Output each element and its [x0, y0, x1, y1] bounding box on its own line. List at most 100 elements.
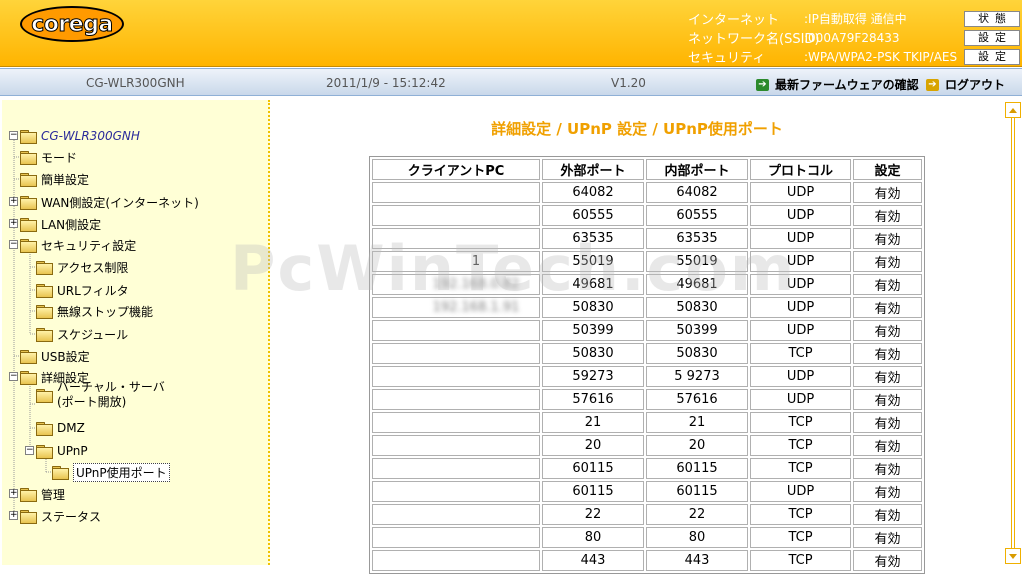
sidebar-item-upnp-ports[interactable]: UPnP使用ポート: [52, 462, 170, 482]
column-header-setting: 設定: [853, 159, 922, 180]
ssid-label: ネットワーク名(SSID): [688, 32, 820, 47]
sidebar-item-label: スケジュール: [57, 327, 129, 342]
folder-icon: [20, 218, 37, 232]
security-row: セキュリティ :WPA/WPA2-PSK TKIP/AES 設定: [688, 47, 1020, 66]
internal-port-cell: 49681: [646, 274, 748, 295]
protocol-cell: UDP: [750, 251, 851, 272]
sidebar-item-url-filter[interactable]: URLフィルタ: [36, 281, 129, 299]
collapse-toggle[interactable]: −: [9, 240, 18, 249]
table-row: 20 20 TCP 有効: [372, 435, 922, 456]
internet-label: インターネット: [688, 13, 780, 28]
external-port-cell: 80: [542, 527, 644, 548]
protocol-cell: TCP: [750, 550, 851, 571]
firmware-check-label: 最新ファームウェアの確認: [775, 78, 919, 92]
corega-logo[interactable]: corega: [20, 6, 124, 42]
internal-port-cell: 63535: [646, 228, 748, 249]
setting-cell: 有効: [853, 320, 922, 341]
folder-icon: [20, 488, 37, 502]
status-button[interactable]: 状態: [964, 10, 1020, 27]
expand-toggle[interactable]: +: [9, 219, 18, 228]
table-row: 21 21 TCP 有効: [372, 412, 922, 433]
setting-cell: 有効: [853, 527, 922, 548]
logout-link[interactable]: ➔ ログアウト: [926, 76, 1005, 93]
sidebar-item-dmz[interactable]: DMZ: [36, 419, 85, 437]
setting-cell: 有効: [853, 274, 922, 295]
sidebar-item-easy-setup[interactable]: 簡単設定: [20, 170, 89, 188]
expand-toggle[interactable]: +: [9, 511, 18, 520]
setting-cell: 有効: [853, 435, 922, 456]
sidebar-item-access-control[interactable]: アクセス制限: [36, 258, 128, 276]
folder-icon: [36, 389, 53, 403]
sidebar-item-virtual-server[interactable]: バーチャル・サーバ (ポート開放): [36, 380, 165, 409]
arrow-down-icon: [1009, 553, 1017, 559]
folder-icon: [52, 466, 69, 480]
client-cell: [372, 527, 540, 548]
internet-row: インターネット :IP自動取得 通信中 状態: [688, 9, 1020, 28]
folder-icon: [36, 261, 53, 275]
sidebar-item-wan[interactable]: WAN側設定(インターネット): [20, 193, 199, 211]
internal-port-cell: 57616: [646, 389, 748, 410]
sidebar-item-status[interactable]: ステータス: [20, 507, 101, 525]
expand-toggle[interactable]: +: [9, 489, 18, 498]
setting-cell: 有効: [853, 366, 922, 387]
table-row: 63535 63535 UDP 有効: [372, 228, 922, 249]
sidebar-item-upnp[interactable]: UPnP: [36, 442, 88, 460]
client-cell: [372, 550, 540, 571]
sidebar-item-label: UPnP: [57, 444, 88, 458]
collapse-toggle[interactable]: −: [25, 446, 34, 455]
sidebar-item-label: ステータス: [41, 509, 102, 524]
folder-icon: [36, 445, 53, 459]
arrow-right-icon: ➔: [926, 78, 939, 91]
collapse-toggle[interactable]: −: [9, 131, 18, 140]
client-cell: [372, 366, 540, 387]
setting-cell: 有効: [853, 504, 922, 525]
setting-cell: 有効: [853, 205, 922, 226]
table-row: 50830 50830 TCP 有効: [372, 343, 922, 364]
sidebar-item-usb[interactable]: USB設定: [20, 347, 90, 365]
arrow-up-icon: [1009, 107, 1017, 113]
protocol-cell: UDP: [750, 182, 851, 203]
sidebar-item-admin[interactable]: 管理: [20, 485, 65, 503]
table-row: 60115 60115 TCP 有効: [372, 458, 922, 479]
table-row: 80 80 TCP 有効: [372, 527, 922, 548]
scroll-down-button[interactable]: [1005, 548, 1021, 564]
protocol-cell: TCP: [750, 343, 851, 364]
internal-port-cell: 5 9273: [646, 366, 748, 387]
table-row: 59273 5 9273 UDP 有効: [372, 366, 922, 387]
security-label: セキュリティ: [688, 51, 766, 66]
scroll-track[interactable]: [1011, 118, 1015, 548]
security-settings-button[interactable]: 設定: [964, 48, 1020, 65]
tree-root[interactable]: CG-WLR300GNH: [20, 127, 140, 145]
protocol-cell: TCP: [750, 412, 851, 433]
virtual-server-label-group: バーチャル・サーバ (ポート開放): [57, 380, 165, 410]
sidebar-item-wireless-stop[interactable]: 無線ストップ機能: [36, 302, 153, 320]
firmware-version: V1.20: [611, 76, 646, 90]
protocol-cell: UDP: [750, 205, 851, 226]
table-row: 1 55019 55019 UDP 有効: [372, 251, 922, 272]
sidebar-item-label: DMZ: [57, 421, 85, 435]
table-row: 57616 57616 UDP 有効: [372, 389, 922, 410]
ssid-settings-button[interactable]: 設定: [964, 29, 1020, 46]
scroll-up-button[interactable]: [1005, 102, 1021, 118]
main-content: 詳細設定 / UPnP 設定 / UPnP使用ポート クライアントPC 外部ポー…: [272, 100, 1002, 574]
sidebar-item-label: USB設定: [41, 349, 90, 364]
table-row: 192.168.1.91 50830 50830 UDP 有効: [372, 297, 922, 318]
sidebar-item-mode[interactable]: モード: [20, 148, 77, 166]
sidebar-item-schedule[interactable]: スケジュール: [36, 325, 128, 343]
internal-port-cell: 21: [646, 412, 748, 433]
datetime: 2011/1/9 - 15:12:42: [326, 76, 446, 90]
sidebar-item-security[interactable]: セキュリティ設定: [20, 236, 136, 254]
sidebar-item-lan[interactable]: LAN側設定: [20, 215, 101, 233]
table-header-row: クライアントPC 外部ポート 内部ポート プロトコル 設定: [372, 159, 922, 180]
firmware-check-link[interactable]: ➔ 最新ファームウェアの確認: [756, 76, 919, 93]
external-port-cell: 64082: [542, 182, 644, 203]
sidebar-nav: − CG-WLR300GNH モード 簡単設定 + WAN側設定(インターネット…: [2, 100, 270, 565]
collapse-toggle[interactable]: −: [9, 372, 18, 381]
setting-cell: 有効: [853, 182, 922, 203]
expand-toggle[interactable]: +: [9, 197, 18, 206]
status-bar: CG-WLR300GNH 2011/1/9 - 15:12:42 V1.20 ➔…: [0, 68, 1022, 96]
vertical-scrollbar[interactable]: [1004, 100, 1022, 565]
client-cell: [372, 205, 540, 226]
internal-port-cell: 22: [646, 504, 748, 525]
header-bar: corega インターネット :IP自動取得 通信中 状態 ネットワーク名(SS…: [0, 0, 1022, 67]
